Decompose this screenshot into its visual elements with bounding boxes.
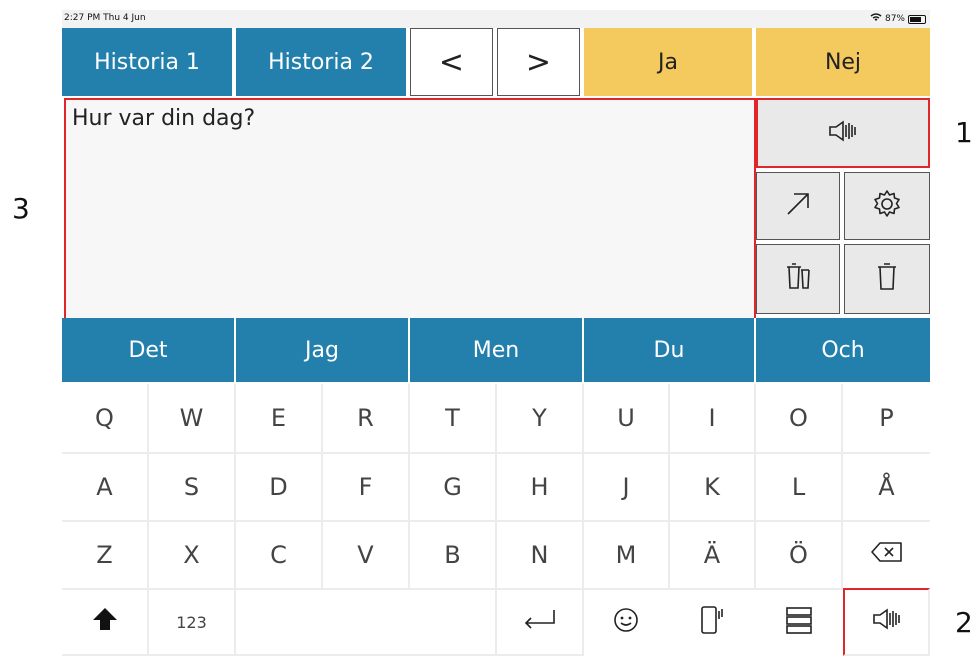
word-label: Och	[821, 337, 865, 363]
word-label: Det	[128, 337, 168, 363]
ja-button[interactable]: Ja	[584, 28, 752, 96]
delete-button[interactable]	[844, 244, 930, 314]
word-suggestion[interactable]: Men	[410, 318, 584, 382]
chevron-right-icon: >	[525, 44, 552, 80]
key[interactable]: C	[236, 522, 323, 590]
word-label: Men	[472, 337, 520, 363]
speaker-icon	[827, 119, 859, 147]
word-label: Du	[653, 337, 685, 363]
shift-arrow-icon	[92, 606, 118, 638]
annotation-3: 3	[12, 192, 30, 225]
layout-button[interactable]	[756, 590, 843, 656]
message-textarea[interactable]: Hur var din dag?	[64, 98, 756, 320]
double-trash-icon	[782, 262, 814, 296]
backspace-icon	[870, 541, 904, 569]
key[interactable]: U	[584, 384, 670, 454]
key[interactable]: G	[410, 454, 497, 522]
key[interactable]: L	[756, 454, 843, 522]
key[interactable]: E	[236, 384, 323, 454]
annotation-1: 1	[955, 116, 973, 149]
key[interactable]: R	[323, 384, 410, 454]
phone-vibrate-button[interactable]	[670, 590, 756, 656]
battery-icon	[908, 14, 926, 24]
emoji-icon	[612, 606, 640, 640]
word-suggestion[interactable]: Det	[62, 318, 236, 382]
speak-message-button[interactable]	[756, 98, 930, 168]
shift-key[interactable]	[62, 590, 149, 656]
key[interactable]: J	[584, 454, 670, 522]
status-bar: 2:27 PM Thu 4 Jun 87%	[62, 10, 930, 28]
prev-button[interactable]: <	[410, 28, 493, 96]
key[interactable]: D	[236, 454, 323, 522]
key[interactable]: P	[843, 384, 930, 454]
key[interactable]: F	[323, 454, 410, 522]
settings-button[interactable]	[844, 172, 930, 240]
word-suggestion[interactable]: Och	[756, 318, 930, 382]
key[interactable]: S	[149, 454, 236, 522]
gear-icon	[871, 188, 903, 224]
key[interactable]: Y	[497, 384, 584, 454]
phone-icon	[698, 605, 726, 641]
word-label: Jag	[305, 337, 339, 363]
key[interactable]: O	[756, 384, 843, 454]
nej-button[interactable]: Nej	[756, 28, 930, 96]
speaker-icon	[871, 607, 903, 637]
key[interactable]: W	[149, 384, 236, 454]
key[interactable]: Ä	[670, 522, 756, 590]
speak-button[interactable]	[843, 588, 930, 656]
historia-2-button[interactable]: Historia 2	[236, 28, 406, 96]
stacked-rows-icon	[784, 605, 814, 641]
trash-icon	[875, 262, 899, 296]
key[interactable]: T	[410, 384, 497, 454]
clear-all-button[interactable]	[756, 244, 840, 314]
ja-label: Ja	[658, 49, 678, 75]
key[interactable]: Q	[62, 384, 149, 454]
key[interactable]: Å	[843, 454, 930, 522]
key[interactable]: I	[670, 384, 756, 454]
chevron-left-icon: <	[438, 44, 465, 80]
status-time: 2:27 PM Thu 4 Jun	[64, 13, 146, 23]
space-key[interactable]	[236, 590, 497, 656]
share-button[interactable]	[756, 172, 840, 240]
return-key[interactable]	[497, 590, 584, 656]
key[interactable]: X	[149, 522, 236, 590]
nej-label: Nej	[824, 49, 862, 75]
word-suggestion[interactable]: Jag	[236, 318, 410, 382]
historia-1-label: Historia 1	[94, 49, 200, 75]
key[interactable]: M	[584, 522, 670, 590]
key[interactable]: B	[410, 522, 497, 590]
key[interactable]: Z	[62, 522, 149, 590]
historia-2-label: Historia 2	[268, 49, 374, 75]
numbers-key[interactable]: 123	[149, 590, 236, 656]
battery-percent: 87%	[884, 14, 905, 24]
key[interactable]: N	[497, 522, 584, 590]
wifi-icon	[870, 13, 882, 25]
arrow-up-right-icon	[784, 190, 812, 222]
historia-1-button[interactable]: Historia 1	[62, 28, 232, 96]
emoji-button[interactable]	[584, 590, 670, 656]
key[interactable]: H	[497, 454, 584, 522]
return-icon	[522, 608, 558, 636]
key[interactable]: K	[670, 454, 756, 522]
word-suggestion[interactable]: Du	[584, 318, 756, 382]
status-right: 87%	[870, 13, 926, 25]
annotation-2: 2	[955, 606, 973, 639]
message-text: Hur var din dag?	[72, 106, 256, 131]
next-button[interactable]: >	[497, 28, 580, 96]
backspace-key[interactable]	[843, 522, 930, 590]
key[interactable]: A	[62, 454, 149, 522]
key[interactable]: Ö	[756, 522, 843, 590]
key[interactable]: V	[323, 522, 410, 590]
